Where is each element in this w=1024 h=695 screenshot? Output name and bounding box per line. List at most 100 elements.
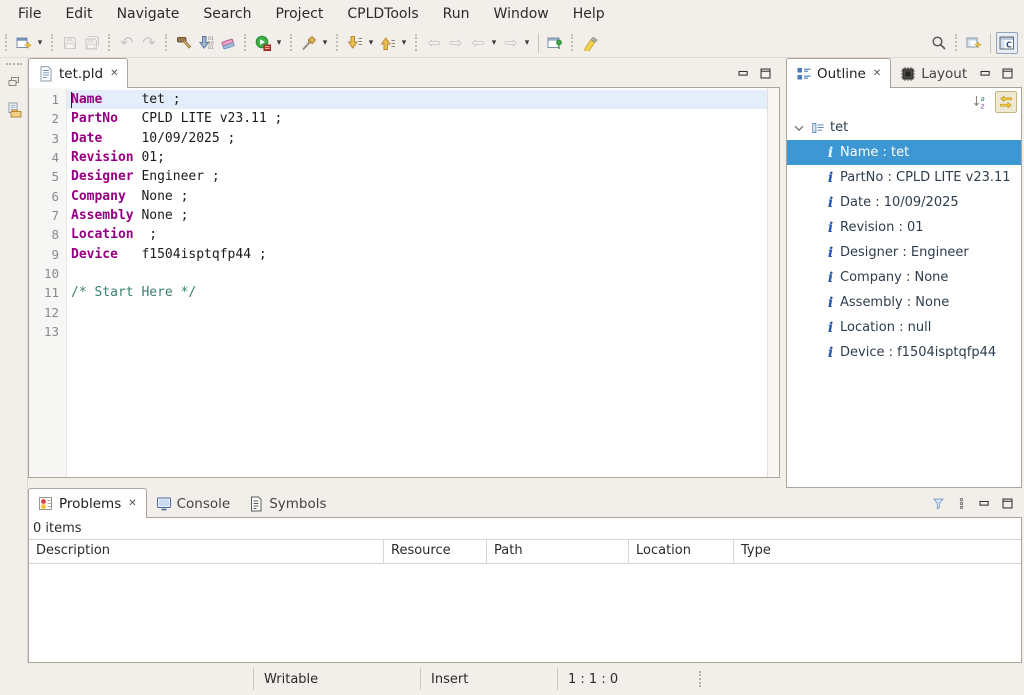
outline-item[interactable]: iAssembly : None <box>787 290 1021 315</box>
erase-button[interactable] <box>217 32 239 54</box>
menu-cpldtools[interactable]: CPLDTools <box>335 2 430 26</box>
back-button[interactable]: ⇦ <box>467 32 489 54</box>
tab-close-icon[interactable]: ✕ <box>128 498 136 509</box>
toolbar-drag-handle[interactable] <box>415 34 418 51</box>
layout-chip-icon <box>900 66 916 82</box>
column-header-description[interactable]: Description <box>29 540 384 563</box>
column-header-path[interactable]: Path <box>487 540 629 563</box>
last-edit-location-icon: ⇦ <box>427 35 440 51</box>
link-with-editor-button[interactable] <box>995 91 1017 113</box>
tab-console[interactable]: Console <box>147 489 240 518</box>
outline-item[interactable]: iDate : 10/09/2025 <box>787 190 1021 215</box>
undo-button[interactable]: ↶ <box>116 32 138 54</box>
back-dropdown-icon[interactable]: ▾ <box>489 38 499 48</box>
code-editor[interactable]: 1Name tet ;2PartNo CPLD LITE v23.11 ;3Da… <box>28 87 780 478</box>
overview-ruler[interactable] <box>767 88 779 477</box>
open-perspective-button[interactable] <box>963 32 985 54</box>
cpld-perspective-button[interactable]: C <box>996 32 1018 54</box>
program-device-dropdown-icon[interactable]: ▾ <box>320 38 330 48</box>
previous-annotation-button[interactable] <box>377 32 399 54</box>
editor-tab-close-icon[interactable]: ✕ <box>110 68 118 79</box>
toolbar-drag-handle[interactable] <box>51 34 54 51</box>
tab-label: Console <box>177 496 231 512</box>
problems-icon <box>38 496 54 512</box>
view-menu-icon[interactable] <box>955 497 968 510</box>
toolbar-drag-handle[interactable] <box>5 34 8 51</box>
outline-item[interactable]: iDesigner : Engineer <box>787 240 1021 265</box>
chevron-down-icon[interactable] <box>792 121 806 135</box>
pin-editor-button[interactable] <box>544 32 566 54</box>
editor-pane: tet.pld ✕ 1Name tet ;2PartNo CPLD LITE v… <box>28 58 780 488</box>
toolbar-drag-handle[interactable] <box>290 34 293 51</box>
outline-item[interactable]: iDevice : f1504isptqfp44 <box>787 340 1021 365</box>
project-explorer-button[interactable] <box>3 99 25 121</box>
run-dropdown-icon[interactable]: ▾ <box>274 38 284 48</box>
forward-dropdown-icon[interactable]: ▾ <box>522 38 532 48</box>
editor-minimize-icon[interactable] <box>737 67 750 80</box>
menu-edit[interactable]: Edit <box>53 2 104 26</box>
tab-problems[interactable]: Problems✕ <box>28 488 147 518</box>
last-edit-location-button[interactable]: ⇦ <box>423 32 445 54</box>
next-annotation-button[interactable] <box>344 32 366 54</box>
toolbar-drag-handle[interactable] <box>955 34 958 51</box>
editor-maximize-icon[interactable] <box>759 67 772 80</box>
build-button[interactable] <box>173 32 195 54</box>
menu-search[interactable]: Search <box>191 2 263 26</box>
new-dropdown-icon[interactable]: ▾ <box>35 38 45 48</box>
problems-minimize-icon[interactable] <box>978 497 991 510</box>
outline-minimize-icon[interactable] <box>979 67 992 80</box>
menu-run[interactable]: Run <box>431 2 482 26</box>
tab-symbols[interactable]: Symbols <box>239 489 335 518</box>
mark-occurrences-button[interactable] <box>579 32 601 54</box>
restore-view-button[interactable] <box>3 71 25 93</box>
outline-root-node[interactable]: tet <box>787 115 1021 140</box>
menu-project[interactable]: Project <box>263 2 335 26</box>
menu-window[interactable]: Window <box>482 2 561 26</box>
status-bar-drag-handle[interactable] <box>699 671 701 687</box>
toolbar-drag-handle[interactable] <box>336 34 339 51</box>
menu-help[interactable]: Help <box>561 2 617 26</box>
outline-item[interactable]: iCompany : None <box>787 265 1021 290</box>
previous-annotation-dropdown-icon[interactable]: ▾ <box>399 38 409 48</box>
line-number: 8 <box>29 225 59 244</box>
view-strip-drag-handle[interactable] <box>6 63 22 65</box>
editor-tab-tet-pld[interactable]: tet.pld ✕ <box>28 58 128 88</box>
program-device-button[interactable] <box>298 32 320 54</box>
cpld-perspective-icon: C <box>999 35 1015 51</box>
toolbar-drag-handle[interactable] <box>244 34 247 51</box>
generate-button[interactable]: 011001 <box>195 32 217 54</box>
problems-maximize-icon[interactable] <box>1001 497 1014 510</box>
outline-item-label: Date : 10/09/2025 <box>840 195 959 210</box>
sort-button[interactable]: az <box>969 91 991 113</box>
tab-outline[interactable]: Outline✕ <box>786 58 891 88</box>
filter-icon[interactable] <box>932 497 945 510</box>
new-button[interactable] <box>13 32 35 54</box>
menu-file[interactable]: File <box>6 2 53 26</box>
next-edit-location-button[interactable]: ⇨ <box>445 32 467 54</box>
run-button[interactable] <box>252 32 274 54</box>
next-edit-location-icon: ⇨ <box>449 35 462 51</box>
outline-item[interactable]: iLocation : null <box>787 315 1021 340</box>
outline-maximize-icon[interactable] <box>1001 67 1014 80</box>
outline-item[interactable]: iRevision : 01 <box>787 215 1021 240</box>
tab-close-icon[interactable]: ✕ <box>873 68 881 79</box>
outline-tab-icon <box>796 66 812 82</box>
column-header-resource[interactable]: Resource <box>384 540 487 563</box>
column-header-location[interactable]: Location <box>629 540 734 563</box>
column-header-type[interactable]: Type <box>734 540 1021 563</box>
menu-navigate[interactable]: Navigate <box>105 2 192 26</box>
outline-item[interactable]: iName : tet <box>787 140 1021 165</box>
search-button[interactable] <box>928 32 950 54</box>
info-icon: i <box>826 295 835 311</box>
forward-button[interactable]: ⇨ <box>500 32 522 54</box>
toolbar-drag-handle[interactable] <box>571 34 574 51</box>
redo-button[interactable]: ↷ <box>138 32 160 54</box>
tab-layout[interactable]: Layout <box>891 59 976 88</box>
next-annotation-dropdown-icon[interactable]: ▾ <box>366 38 376 48</box>
toolbar-drag-handle[interactable] <box>108 34 111 51</box>
outline-view: az tet iName : tetiPartNo : CPLD LITE v2… <box>786 87 1022 488</box>
toolbar-drag-handle[interactable] <box>165 34 168 51</box>
outline-item[interactable]: iPartNo : CPLD LITE v23.11 <box>787 165 1021 190</box>
save-all-button[interactable] <box>81 32 103 54</box>
save-button[interactable] <box>59 32 81 54</box>
